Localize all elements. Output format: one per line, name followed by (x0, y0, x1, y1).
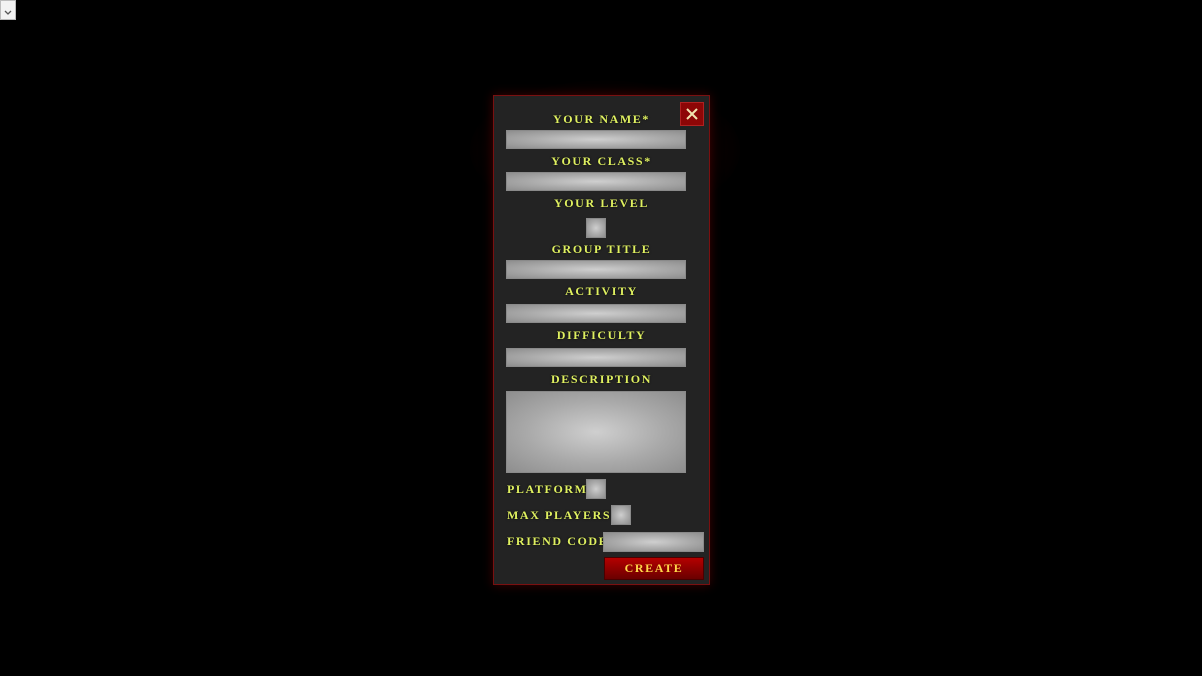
group-title-input[interactable] (506, 260, 686, 279)
description-textarea[interactable] (506, 391, 686, 473)
activity-select[interactable] (506, 304, 686, 323)
activity-label: ACTIVITY (565, 284, 638, 298)
max-players-label: MAX PLAYERS (507, 508, 612, 522)
level-select[interactable] (586, 218, 606, 238)
name-input[interactable] (506, 130, 686, 149)
platform-label: PLATFORM (507, 482, 588, 496)
class-label: YOUR CLASS* (551, 154, 652, 168)
create-button[interactable]: CREATE (604, 557, 704, 580)
max-players-select[interactable] (611, 505, 631, 525)
description-label: DESCRIPTION (551, 372, 652, 386)
friend-code-input[interactable] (603, 532, 704, 552)
platform-select[interactable] (586, 479, 606, 499)
class-input[interactable] (506, 172, 686, 191)
friend-code-label: FRIEND CODE (507, 534, 609, 548)
top-left-select[interactable] (0, 0, 16, 20)
group-title-label: GROUP TITLE (551, 242, 652, 256)
difficulty-select[interactable] (506, 348, 686, 367)
difficulty-label: DIFFICULTY (556, 328, 647, 342)
name-label: YOUR NAME* (553, 112, 650, 126)
chevron-down-icon (4, 10, 12, 15)
level-label: YOUR LEVEL (553, 196, 649, 210)
